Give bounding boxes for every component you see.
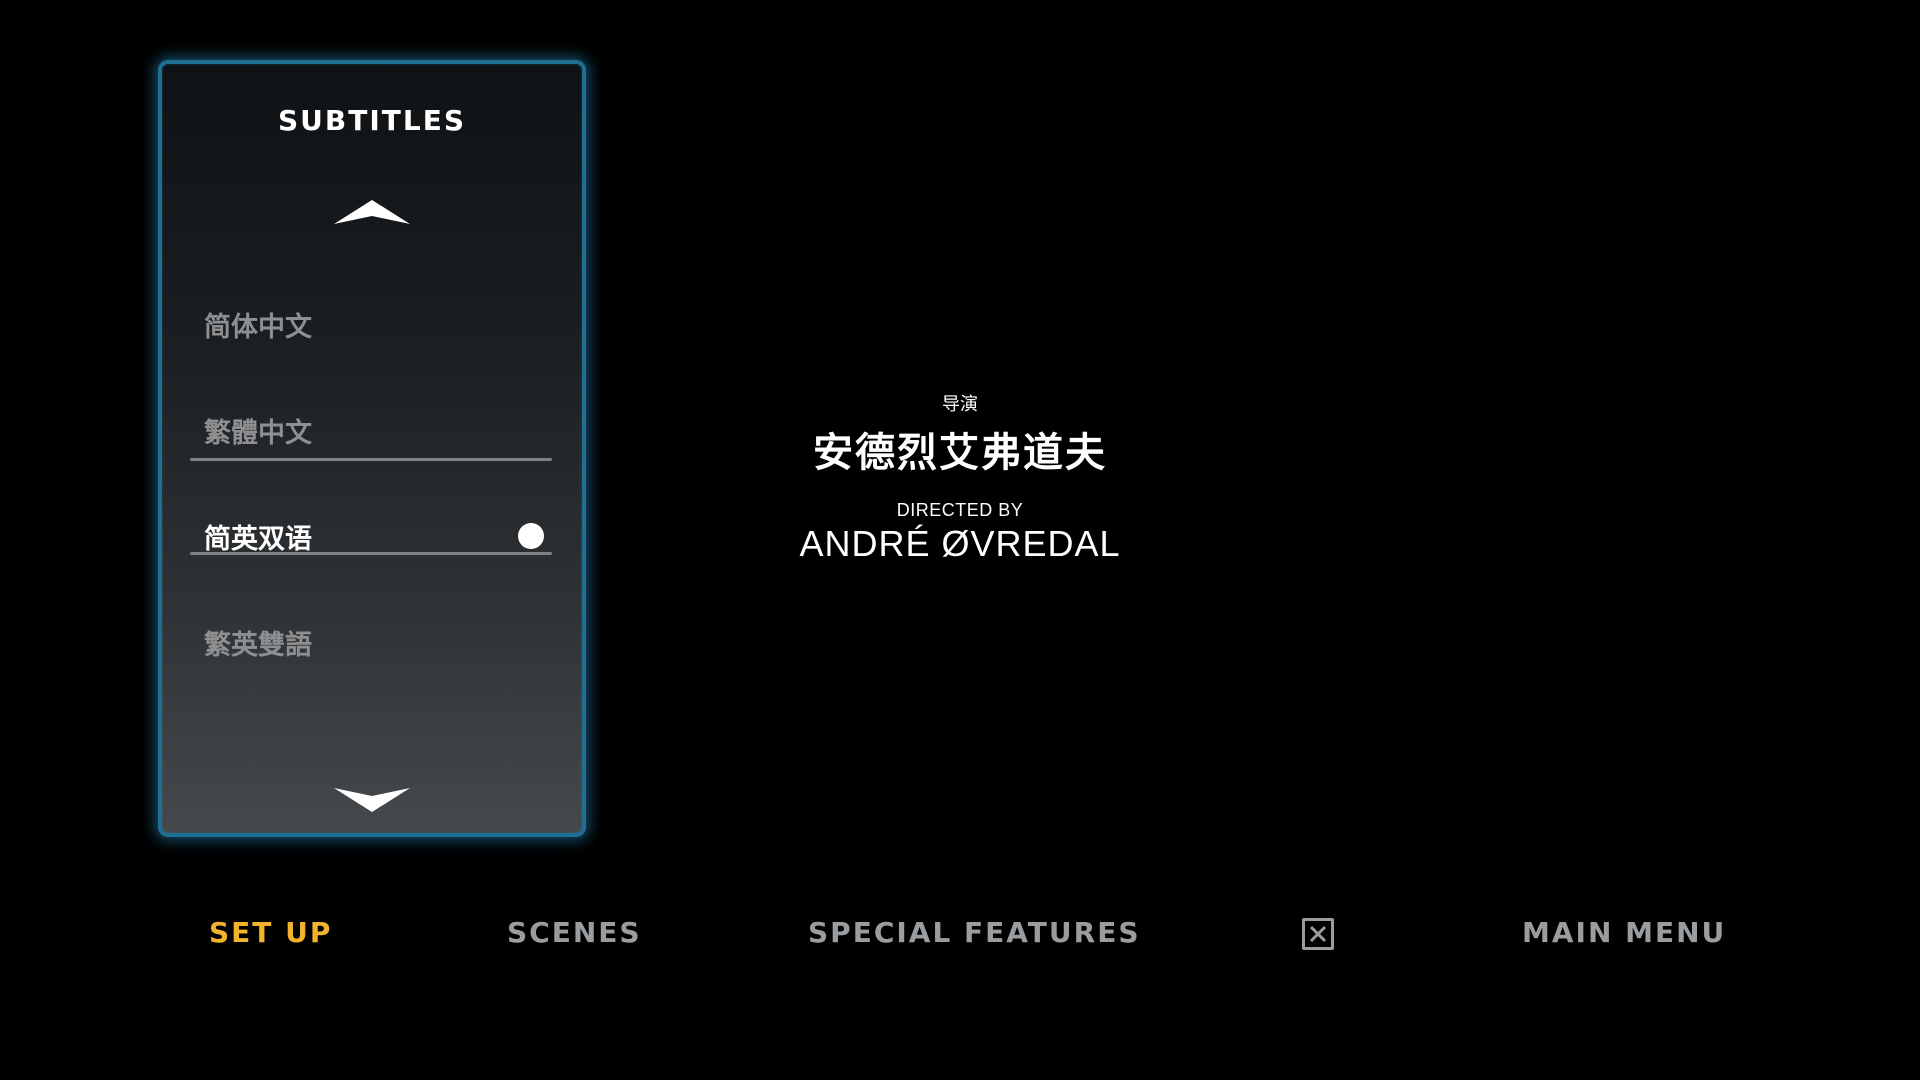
subtitles-panel: SUBTITLES 简体中文 繁體中文 简英双语 繁英雙語 [158, 60, 586, 837]
subtitle-option-traditional-chinese[interactable]: 繁體中文 [190, 400, 558, 460]
dvd-menu-screen: SUBTITLES 简体中文 繁體中文 简英双语 繁英雙語 导演 安德烈艾弗道夫… [0, 0, 1920, 1080]
subtitle-option-simplified-bilingual[interactable]: 简英双语 [190, 506, 558, 566]
director-role-cn: 导演 [942, 394, 978, 415]
nav-main-menu[interactable]: MAIN MENU [1522, 916, 1726, 949]
subtitle-option-label: 简体中文 [204, 311, 312, 343]
subtitle-option-simplified-chinese[interactable]: 简体中文 [190, 294, 558, 354]
panel-title: SUBTITLES [278, 104, 466, 137]
subtitle-option-label: 繁英雙語 [204, 629, 312, 661]
chevron-down-icon[interactable] [332, 786, 412, 814]
chevron-up-icon[interactable] [332, 198, 412, 226]
nav-setup[interactable]: SET UP [209, 916, 332, 949]
nav-special-features[interactable]: SPECIAL FEATURES [808, 916, 1140, 949]
close-x-icon[interactable] [1302, 918, 1334, 950]
selected-indicator-dot [518, 523, 544, 549]
nav-scenes[interactable]: SCENES [507, 916, 642, 949]
director-credit: 导演 安德烈艾弗道夫 DIRECTED BY ANDRÉ ØVREDAL [760, 390, 1160, 565]
subtitle-option-label: 繁體中文 [204, 417, 312, 449]
director-role-en: DIRECTED BY [896, 500, 1024, 520]
selection-divider-bottom [190, 552, 552, 555]
subtitle-option-label: 简英双语 [204, 523, 312, 555]
director-name-cn: 安德烈艾弗道夫 [813, 430, 1107, 476]
selection-divider-top [190, 458, 552, 461]
subtitle-option-traditional-bilingual[interactable]: 繁英雙語 [190, 612, 558, 672]
director-name-en: ANDRÉ ØVREDAL [799, 523, 1121, 564]
